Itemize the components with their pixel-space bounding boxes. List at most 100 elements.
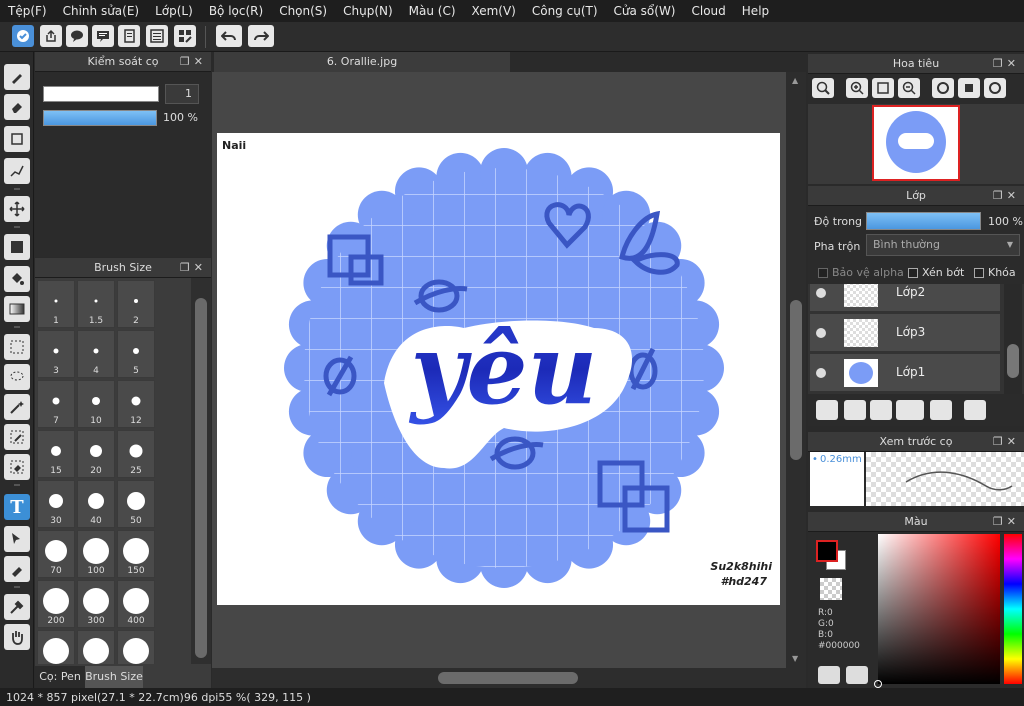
folder-icon[interactable] <box>930 400 952 420</box>
cloud-save-icon[interactable] <box>12 25 34 47</box>
brush-size-cell[interactable]: 10 <box>77 380 115 428</box>
palette-icon[interactable] <box>818 666 840 684</box>
canvas-horizontal-scrollbar[interactable] <box>212 668 806 688</box>
brush-size-cell[interactable]: 150 <box>117 530 155 578</box>
protect-alpha-checkbox[interactable]: Bảo vệ alpha <box>818 266 904 279</box>
brush-size-cell[interactable]: 20 <box>77 430 115 478</box>
brush-size-cell[interactable]: 200 <box>37 580 75 628</box>
brush-size-cell[interactable]: 40 <box>77 480 115 528</box>
operation-tool-icon[interactable] <box>4 526 30 552</box>
lasso-tool-icon[interactable] <box>4 364 30 390</box>
navigator-preview[interactable] <box>808 104 1024 184</box>
eyedropper-pen-tool-icon[interactable] <box>4 556 30 582</box>
list-icon[interactable] <box>146 25 168 47</box>
tab-brush-pen[interactable]: Cọ: Pen <box>35 666 85 688</box>
rotate-right-icon[interactable] <box>984 78 1006 98</box>
new-8bit-layer-icon[interactable] <box>844 400 866 420</box>
rectangle-tool-icon[interactable] <box>4 126 30 152</box>
brush-size-cell[interactable]: 7 <box>37 380 75 428</box>
hand-tool-icon[interactable] <box>4 624 30 650</box>
share-icon[interactable] <box>40 25 62 47</box>
panel-window-icons[interactable]: ❐✕ <box>993 515 1020 528</box>
layer-row[interactable]: Lớp2 <box>810 284 1000 312</box>
brush-size-cell[interactable]: 30 <box>37 480 75 528</box>
brush-size-cell[interactable]: 70 <box>37 530 75 578</box>
move-tool-icon[interactable] <box>4 196 30 222</box>
navigator-viewport[interactable] <box>872 105 960 181</box>
brush-tool-icon[interactable] <box>4 64 30 90</box>
menu-item[interactable]: Chỉnh sửa(E) <box>55 4 148 18</box>
menu-item[interactable]: Bộ lọc(R) <box>201 4 271 18</box>
add-layer-menu-icon[interactable] <box>896 400 924 420</box>
brush-size-cell[interactable] <box>77 630 115 664</box>
brush-size-cell[interactable] <box>37 630 75 664</box>
tab-brush-size[interactable]: Brush Size <box>85 666 143 688</box>
panel-window-icons[interactable]: ❐✕ <box>993 435 1020 448</box>
zoom-out-icon[interactable] <box>898 78 920 98</box>
brush-size-cell[interactable] <box>117 630 155 664</box>
menu-item[interactable]: Xem(V) <box>464 4 524 18</box>
document-tab[interactable]: 6. Orallie.jpg <box>214 52 510 72</box>
brush-opacity-slider[interactable] <box>43 110 157 126</box>
menu-item[interactable]: Cửa sổ(W) <box>606 4 684 18</box>
visibility-eye-icon[interactable] <box>816 288 826 298</box>
panel-window-icons[interactable]: ❐✕ <box>993 189 1020 202</box>
visibility-eye-icon[interactable] <box>816 368 826 378</box>
canvas-vertical-scrollbar[interactable]: ▲ ▼ <box>786 72 806 668</box>
foreground-color-swatch[interactable] <box>816 540 838 562</box>
brush-size-cell[interactable]: 5 <box>117 330 155 378</box>
new-1bit-layer-icon[interactable] <box>870 400 892 420</box>
menu-item[interactable]: Chọn(S) <box>271 4 335 18</box>
rotate-left-icon[interactable] <box>932 78 954 98</box>
grid-edit-icon[interactable] <box>174 25 196 47</box>
gradient-tool-icon[interactable] <box>4 296 30 322</box>
rect-select-tool-icon[interactable] <box>4 334 30 360</box>
brush-size-cell[interactable]: 100 <box>77 530 115 578</box>
layer-row[interactable]: Lớp1 <box>810 354 1000 392</box>
comment-icon[interactable] <box>92 25 114 47</box>
select-eraser-tool-icon[interactable] <box>4 454 30 480</box>
visibility-eye-icon[interactable] <box>816 328 826 338</box>
menu-item[interactable]: Cloud <box>684 4 734 18</box>
menu-item[interactable]: Help <box>734 4 777 18</box>
clipping-checkbox[interactable]: Xén bớt <box>908 266 964 279</box>
brush-size-cell[interactable]: 12 <box>117 380 155 428</box>
menu-item[interactable]: Chụp(N) <box>335 4 401 18</box>
brush-size-scrollbar[interactable] <box>191 278 211 664</box>
select-pen-tool-icon[interactable] <box>4 424 30 450</box>
transparent-color-swatch[interactable] <box>820 578 842 600</box>
magic-wand-tool-icon[interactable] <box>4 394 30 420</box>
document-icon[interactable] <box>118 25 140 47</box>
duplicate-layer-icon[interactable] <box>964 400 986 420</box>
eyedropper-tool-icon[interactable] <box>4 594 30 620</box>
layer-scrollbar[interactable] <box>1004 284 1022 394</box>
brush-size-value[interactable]: 1 <box>165 84 199 104</box>
new-layer-icon[interactable] <box>816 400 838 420</box>
hue-slider[interactable] <box>1004 534 1022 684</box>
menu-item[interactable]: Tệp(F) <box>0 4 55 18</box>
eraser-tool-icon[interactable] <box>4 94 30 120</box>
line-tool-icon[interactable] <box>4 158 30 184</box>
panel-window-icons[interactable]: ❐✕ <box>180 261 207 274</box>
blend-mode-select[interactable]: Bình thường ▼ <box>866 234 1020 256</box>
menu-item[interactable]: Lớp(L) <box>147 4 201 18</box>
bucket-tool-icon[interactable] <box>4 266 30 292</box>
fit-window-icon[interactable] <box>872 78 894 98</box>
brush-size-cell[interactable]: 50 <box>117 480 155 528</box>
panel-window-icons[interactable]: ❐✕ <box>180 55 207 68</box>
zoom-in-icon[interactable] <box>846 78 868 98</box>
saturation-value-picker[interactable] <box>874 534 1000 688</box>
brush-size-cell[interactable]: 15 <box>37 430 75 478</box>
panel-window-icons[interactable]: ❐✕ <box>993 57 1020 70</box>
menu-item[interactable]: Công cụ(T) <box>524 4 606 18</box>
brush-size-cell[interactable]: 1.5 <box>77 280 115 328</box>
reset-view-icon[interactable] <box>958 78 980 98</box>
brush-size-cell[interactable]: 3 <box>37 330 75 378</box>
lock-checkbox[interactable]: Khóa <box>974 266 1016 279</box>
layer-row[interactable]: Lớp3 <box>810 314 1000 352</box>
speech-bubble-icon[interactable] <box>66 25 88 47</box>
menu-item[interactable]: Màu (C) <box>401 4 464 18</box>
redo-icon[interactable] <box>248 25 274 47</box>
layer-opacity-slider[interactable] <box>866 212 981 230</box>
palette-settings-icon[interactable] <box>846 666 868 684</box>
